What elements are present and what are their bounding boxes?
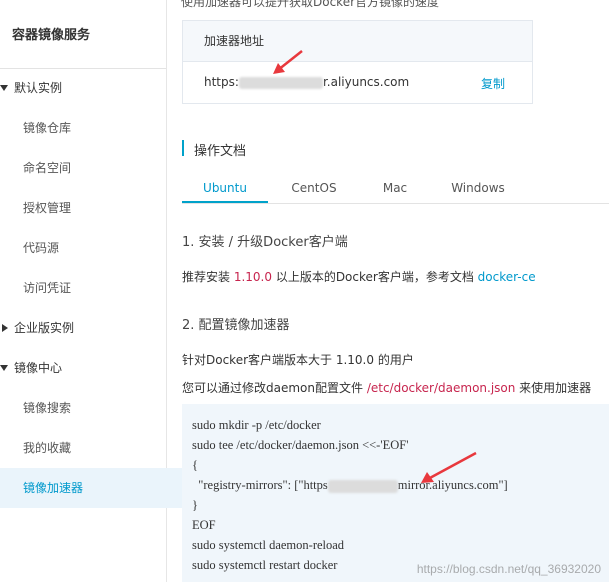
step2-line2: 您可以通过修改daemon配置文件 /etc/docker/daemon.jso… (182, 379, 591, 396)
os-tabs: Ubuntu CentOS Mac Windows (182, 181, 609, 204)
sidebar-item-label: 镜像搜索 (23, 401, 72, 415)
step2-title: 2. 配置镜像加速器 (182, 318, 290, 333)
sidebar-item-code-source[interactable]: 代码源 (0, 228, 189, 268)
copy-button[interactable]: 复制 (481, 75, 505, 92)
sidebar: 容器镜像服务 默认实例 镜像仓库 命名空间 授权管理 代码源 访问凭证 企业版实… (0, 0, 189, 582)
code-line: sudo systemctl daemon-reload (192, 538, 345, 552)
sidebar-item-image-accelerator[interactable]: 镜像加速器 (0, 468, 189, 508)
sidebar-item-label: 镜像加速器 (23, 481, 84, 495)
daemon-path-highlight: /etc/docker/daemon.json (366, 381, 516, 395)
chevron-right-icon (2, 324, 8, 332)
sidebar-item-label: 默认实例 (14, 81, 63, 95)
code-block[interactable]: sudo mkdir -p /etc/docker sudo tee /etc/… (182, 404, 609, 582)
sidebar-item-namespace[interactable]: 命名空间 (0, 148, 189, 188)
tab-mac[interactable]: Mac (360, 181, 430, 201)
sidebar-item-label: 授权管理 (23, 201, 72, 215)
sidebar-item-label: 命名空间 (23, 161, 72, 175)
sidebar-item-label: 企业版实例 (14, 321, 75, 335)
code-line: } (192, 498, 198, 512)
tab-windows[interactable]: Windows (430, 181, 526, 201)
annotation-arrow-icon (273, 50, 303, 74)
redacted-blur (327, 479, 398, 493)
sidebar-title: 容器镜像服务 (12, 28, 91, 43)
accelerator-url-suffix: r.aliyuncs.com (322, 75, 410, 89)
sidebar-group-image-center[interactable]: 镜像中心 (0, 348, 180, 388)
code-line: "registry-mirrors": ["https (192, 478, 328, 492)
accelerator-address-panel: 加速器地址 https: r.aliyuncs.com 复制 (182, 20, 533, 104)
chevron-down-icon (0, 365, 8, 371)
sidebar-item-label: 镜像仓库 (23, 121, 72, 135)
step2-line2-b: 来使用加速器 (515, 381, 592, 395)
sidebar-item-label: 代码源 (23, 241, 60, 255)
step2-line2-a: 您可以通过修改daemon配置文件 (182, 381, 367, 395)
accelerator-url-prefix: https: (204, 75, 239, 89)
code-line: { (192, 458, 198, 472)
step1-text-b: 以上版本的Docker客户端，参考文档 (272, 270, 478, 284)
sidebar-item-favorites[interactable]: 我的收藏 (0, 428, 189, 468)
code-line: sudo mkdir -p /etc/docker (192, 418, 321, 432)
section-accent-bar (182, 140, 184, 156)
redacted-blur (238, 76, 323, 89)
sidebar-item-label: 我的收藏 (23, 441, 72, 455)
tab-centos[interactable]: CentOS (268, 181, 360, 201)
step1-text-a: 推荐安装 (182, 270, 234, 284)
accelerator-url[interactable]: https: r.aliyuncs.com (204, 75, 409, 89)
chevron-down-icon (0, 85, 8, 91)
tab-ubuntu[interactable]: Ubuntu (182, 181, 268, 203)
sidebar-group-enterprise-instance[interactable]: 企业版实例 (0, 308, 180, 348)
sidebar-item-image-repo[interactable]: 镜像仓库 (0, 108, 189, 148)
watermark: https://blog.csdn.net/qq_36932020 (416, 562, 601, 576)
sidebar-item-access-credential[interactable]: 访问凭证 (0, 268, 189, 308)
accelerator-description: 使用加速器可以提升获取Docker官方镜像的速度 (181, 0, 440, 9)
version-highlight: 1.10.0 (233, 270, 272, 284)
sidebar-item-label: 镜像中心 (14, 361, 63, 375)
code-line: sudo tee /etc/docker/daemon.json <<-'EOF… (192, 438, 409, 452)
sidebar-item-image-search[interactable]: 镜像搜索 (0, 388, 189, 428)
sidebar-group-default-instance[interactable]: 默认实例 (0, 68, 180, 108)
code-line: sudo systemctl restart docker (192, 558, 338, 572)
docker-ce-link[interactable]: docker-ce (478, 270, 536, 284)
step1-title: 1. 安装 / 升级Docker客户端 (182, 235, 348, 250)
code-content: sudo mkdir -p /etc/docker sudo tee /etc/… (192, 415, 508, 575)
sidebar-item-label: 访问凭证 (23, 281, 72, 295)
code-line: EOF (192, 518, 216, 532)
docs-section-title: 操作文档 (194, 144, 247, 159)
step2-line1: 针对Docker客户端版本大于 1.10.0 的用户 (182, 353, 414, 367)
annotation-arrow-icon (421, 451, 477, 483)
sidebar-item-authorization[interactable]: 授权管理 (0, 188, 189, 228)
accelerator-address-header: 加速器地址 (183, 21, 532, 62)
step1-text: 推荐安装 1.10.0 以上版本的Docker客户端，参考文档 docker-c… (182, 268, 536, 285)
